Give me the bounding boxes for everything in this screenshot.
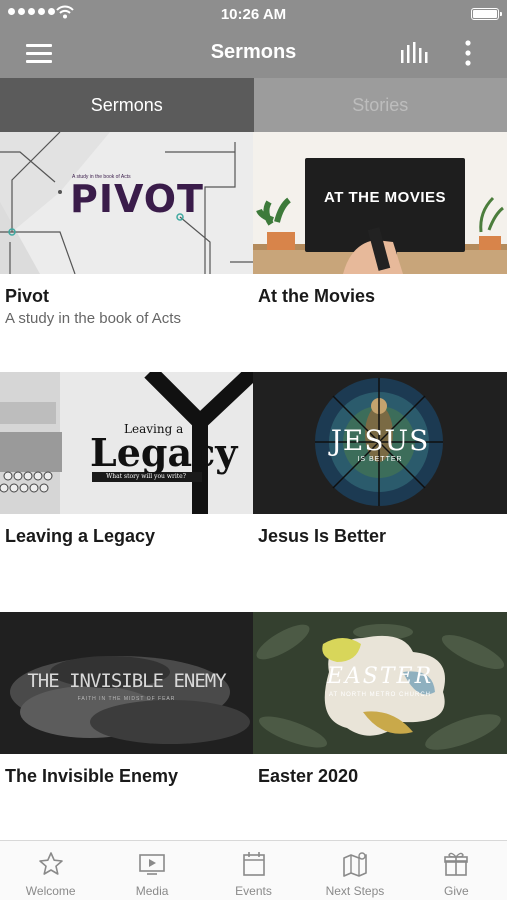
sermon-subtitle: A study in the book of Acts bbox=[5, 310, 181, 327]
tab-give[interactable]: Give bbox=[406, 841, 507, 900]
sermon-grid: A study in the book of Acts PIVOT Pivot … bbox=[0, 132, 507, 852]
enemy-art-title: THE INVISIBLE ENEMY bbox=[27, 670, 226, 692]
easter-art-title: EASTER bbox=[326, 664, 434, 689]
tab-label: Next Steps bbox=[325, 884, 385, 898]
tab-next-steps[interactable]: Next Steps bbox=[304, 841, 405, 900]
sermon-thumbnail: JESUS IS BETTER bbox=[253, 372, 507, 514]
sermon-thumbnail: Leaving a Legacy What story will you wri… bbox=[0, 372, 253, 514]
tab-stories[interactable]: Stories bbox=[253, 78, 507, 132]
sermon-title: Pivot bbox=[5, 286, 50, 306]
segment-tabs: Sermons Stories bbox=[0, 78, 507, 132]
tab-sermons[interactable]: Sermons bbox=[0, 78, 254, 132]
more-options-icon[interactable] bbox=[458, 38, 478, 68]
movies-art-title: AT THE MOVIES bbox=[323, 189, 447, 206]
jesus-art-tagline: IS BETTER bbox=[357, 456, 403, 463]
page-title: Sermons bbox=[210, 41, 297, 63]
tv-icon bbox=[139, 854, 165, 875]
audio-bars-icon[interactable] bbox=[398, 39, 430, 67]
gift-icon bbox=[444, 852, 469, 876]
legacy-art-tagline: What story will you write? bbox=[106, 473, 186, 480]
star-icon bbox=[38, 852, 63, 875]
status-time: 10:26 AM bbox=[220, 6, 287, 23]
tab-label: Give bbox=[443, 884, 469, 898]
sermon-title: Jesus Is Better bbox=[258, 526, 387, 546]
sermon-card-easter-2020[interactable]: EASTER AT NORTH METRO CHURCH Easter 2020 bbox=[253, 612, 507, 852]
sermon-card-at-the-movies[interactable]: AT THE MOVIES At the Movies bbox=[253, 132, 507, 372]
tab-label: Events bbox=[235, 884, 272, 898]
pivot-art-title: PIVOT bbox=[70, 177, 204, 221]
jesus-art-title: JESUS bbox=[330, 424, 430, 457]
sermon-title: Easter 2020 bbox=[258, 766, 359, 786]
sermon-thumbnail: EASTER AT NORTH METRO CHURCH bbox=[253, 612, 507, 754]
sermon-title: At the Movies bbox=[258, 286, 376, 306]
sermon-thumbnail: A study in the book of Acts PIVOT bbox=[0, 132, 253, 274]
bottom-tab-bar: Welcome Media Events Next Steps Give bbox=[0, 840, 507, 900]
tab-label: Media bbox=[135, 884, 169, 898]
sermon-card-leaving-a-legacy[interactable]: Leaving a Legacy What story will you wri… bbox=[0, 372, 253, 612]
calendar-icon bbox=[242, 852, 265, 876]
sermon-card-pivot[interactable]: A study in the book of Acts PIVOT Pivot … bbox=[0, 132, 253, 372]
easter-art-tagline: AT NORTH METRO CHURCH bbox=[329, 692, 431, 698]
sermon-card-jesus-is-better[interactable]: JESUS IS BETTER Jesus Is Better bbox=[253, 372, 507, 612]
legacy-art-title: Legacy bbox=[90, 430, 238, 475]
sermon-thumbnail: AT THE MOVIES bbox=[253, 132, 507, 274]
sermon-thumbnail: THE INVISIBLE ENEMY FAITH IN THE MIDST O… bbox=[0, 612, 253, 754]
status-bar: 10:26 AM bbox=[0, 0, 507, 28]
navigation-bar: Sermons bbox=[0, 28, 507, 78]
sermon-title: Leaving a Legacy bbox=[5, 526, 156, 546]
enemy-art-tagline: FAITH IN THE MIDST OF FEAR bbox=[77, 696, 176, 702]
sermon-title: The Invisible Enemy bbox=[5, 766, 179, 786]
tab-welcome[interactable]: Welcome bbox=[0, 841, 101, 900]
map-icon bbox=[343, 852, 367, 877]
tab-label: Welcome bbox=[25, 884, 76, 898]
sermon-card-the-invisible-enemy[interactable]: THE INVISIBLE ENEMY FAITH IN THE MIDST O… bbox=[0, 612, 253, 852]
hamburger-menu-icon[interactable] bbox=[24, 41, 54, 65]
tab-media[interactable]: Media bbox=[101, 841, 202, 900]
battery-icon bbox=[471, 8, 502, 20]
tab-events[interactable]: Events bbox=[203, 841, 304, 900]
